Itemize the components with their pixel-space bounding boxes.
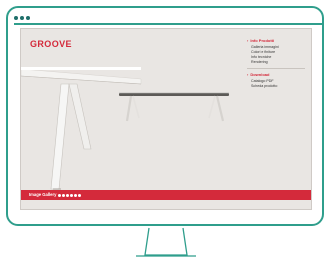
- monitor-stand: [136, 227, 196, 257]
